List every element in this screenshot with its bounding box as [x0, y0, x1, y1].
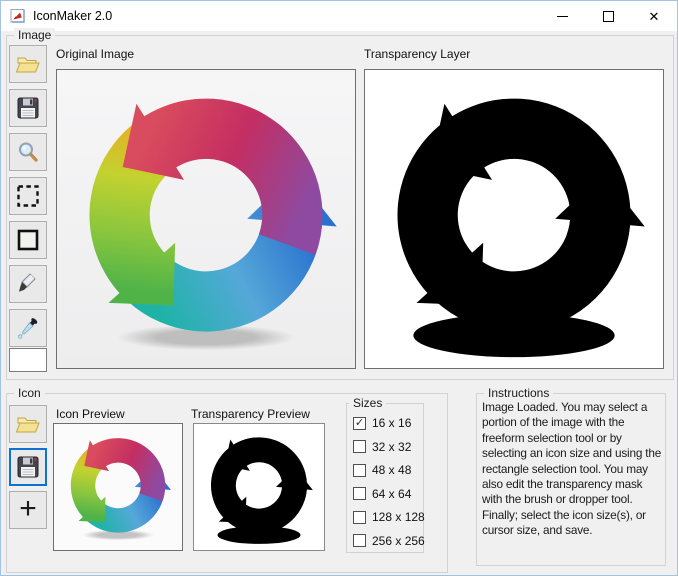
floppy-save-icon — [15, 454, 41, 480]
size-option-48x48[interactable]: 48 x 48 — [353, 463, 419, 477]
instructions-group-label: Instructions — [484, 386, 553, 400]
window-title: IconMaker 2.0 — [33, 9, 112, 23]
transparency-preview-artwork — [198, 426, 320, 548]
folder-open-icon — [15, 53, 41, 75]
icon-preview-artwork — [58, 427, 178, 547]
size-label-128x128: 128 x 128 — [372, 510, 425, 524]
size-label-48x48: 48 x 48 — [372, 463, 411, 477]
checkbox-64x64[interactable] — [353, 487, 366, 500]
checkbox-128x128[interactable] — [353, 511, 366, 524]
dropper-icon — [15, 315, 41, 341]
size-label-16x16: 16 x 16 — [372, 416, 411, 430]
close-button[interactable]: ✕ — [631, 1, 677, 31]
transparency-layer-artwork — [366, 71, 662, 367]
plus-icon: + — [19, 494, 37, 524]
size-option-64x64[interactable]: 64 x 64 — [353, 487, 419, 501]
size-label-32x32: 32 x 32 — [372, 440, 411, 454]
freeform-select-tool-button[interactable] — [9, 177, 47, 215]
icon-preview-label: Icon Preview — [56, 407, 125, 421]
titlebar: IconMaker 2.0 ✕ — [1, 1, 677, 31]
cursor-size-button[interactable]: + — [9, 491, 47, 529]
original-image-label: Original Image — [56, 47, 134, 61]
app-window: IconMaker 2.0 ✕ Image — [0, 0, 678, 576]
maximize-button[interactable] — [585, 1, 631, 31]
brush-icon — [15, 271, 41, 297]
image-group-label: Image — [14, 28, 55, 42]
close-icon: ✕ — [649, 10, 660, 23]
save-icon-button[interactable] — [9, 448, 47, 486]
icon-group-label: Icon — [14, 386, 45, 400]
freeform-selection-icon — [15, 183, 41, 209]
size-option-32x32[interactable]: 32 x 32 — [353, 440, 419, 454]
minimize-button[interactable] — [539, 1, 585, 31]
sizes-group: Sizes ✓16 x 1632 x 3248 x 4864 x 64128 x… — [346, 403, 424, 553]
original-image-canvas[interactable] — [56, 69, 356, 369]
sizes-options: ✓ 16 x 16 32 x 32 48 x 48 64 x 64 128 x 128 25… — [353, 416, 419, 548]
dropper-tool-button[interactable] — [9, 309, 47, 347]
magnifier-icon — [16, 140, 40, 164]
size-option-256x256[interactable]: 256 x 256 — [353, 534, 419, 548]
checkbox-48x48[interactable] — [353, 464, 366, 477]
brush-tool-button[interactable] — [9, 265, 47, 303]
size-option-16x16[interactable]: ✓ 16 x 16 — [353, 416, 419, 430]
floppy-save-icon — [15, 95, 41, 121]
maximize-icon — [603, 11, 614, 22]
folder-open-icon — [15, 413, 41, 435]
app-icon — [9, 7, 27, 25]
transparency-preview-canvas — [193, 423, 325, 551]
original-image-artwork — [58, 71, 354, 367]
minimize-icon — [557, 16, 568, 17]
zoom-tool-button[interactable] — [9, 133, 47, 171]
size-option-128x128[interactable]: 128 x 128 — [353, 510, 419, 524]
open-icon-button[interactable] — [9, 405, 47, 443]
checkbox-16x16[interactable]: ✓ — [353, 417, 366, 430]
checkbox-256x256[interactable] — [353, 534, 366, 547]
instructions-text: Image Loaded. You may select a portion o… — [482, 400, 662, 539]
rectangle-selection-icon — [15, 227, 41, 253]
transparency-layer-canvas[interactable] — [364, 69, 664, 369]
transparency-layer-label: Transparency Layer — [364, 47, 470, 61]
icon-preview-canvas — [53, 423, 183, 551]
open-image-button[interactable] — [9, 45, 47, 83]
checkbox-32x32[interactable] — [353, 440, 366, 453]
save-image-button[interactable] — [9, 89, 47, 127]
sizes-group-label: Sizes — [349, 396, 386, 410]
size-label-256x256: 256 x 256 — [372, 534, 425, 548]
transparency-preview-label: Transparency Preview — [191, 407, 310, 421]
rectangle-select-tool-button[interactable] — [9, 221, 47, 259]
size-label-64x64: 64 x 64 — [372, 487, 411, 501]
color-swatch-white[interactable] — [9, 348, 47, 372]
